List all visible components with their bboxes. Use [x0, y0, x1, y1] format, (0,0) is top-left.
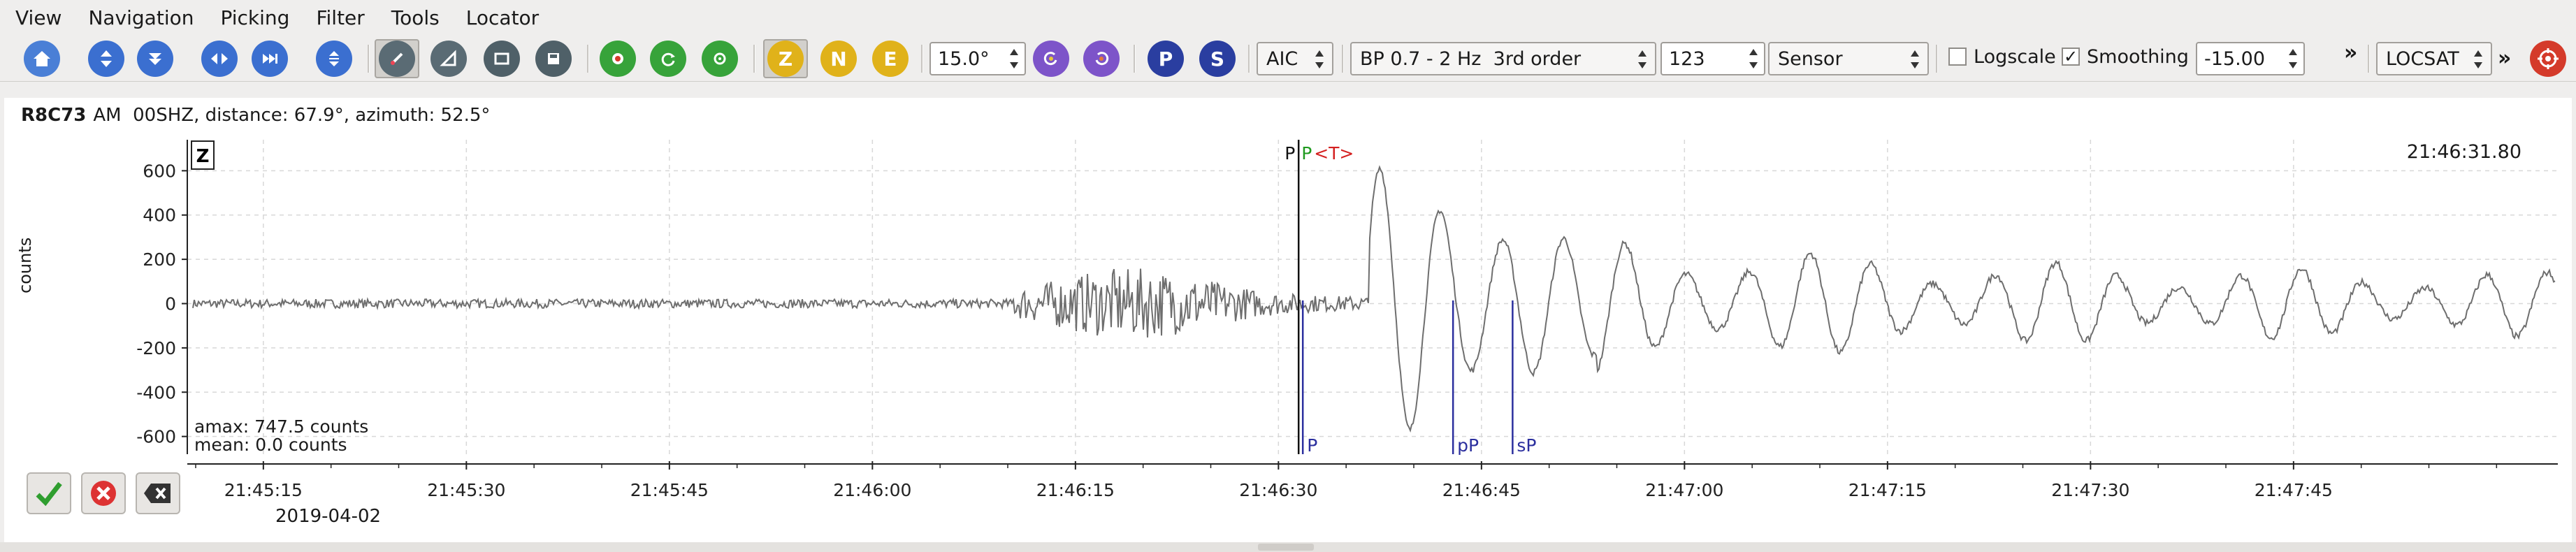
- reject-button[interactable]: [81, 472, 126, 514]
- date-label: 2019-04-02: [275, 506, 382, 527]
- amax-readout: amax: 747.5 counts: [194, 416, 369, 437]
- marker-label-t: <T>: [1314, 143, 1354, 164]
- y-tick-label: -200: [136, 338, 176, 358]
- erase-icon: [144, 484, 171, 503]
- y-tick-label: 600: [143, 161, 176, 181]
- scrollbar-thumb[interactable]: [1258, 544, 1314, 551]
- x-tick-label: 21:45:30: [427, 480, 505, 500]
- clear-button[interactable]: [136, 472, 180, 514]
- pick-markers: P P <T>P pP sP: [1285, 140, 1536, 456]
- y-tick-label: 200: [143, 249, 176, 270]
- y-tick-label: -600: [136, 427, 176, 447]
- x-tick-label: 21:46:45: [1442, 480, 1521, 500]
- marker-label-p-theoretical: P: [1285, 143, 1295, 164]
- x-tick-label: 21:46:15: [1036, 480, 1115, 500]
- y-tick-label: 0: [165, 294, 176, 314]
- x-tick-label: 21:46:00: [833, 480, 911, 500]
- x-tick-label: 21:47:45: [2255, 480, 2333, 500]
- x-tick-label: 21:45:45: [630, 480, 709, 500]
- phase-pick-label: P: [1307, 435, 1317, 456]
- x-tick-label: 21:47:30: [2051, 480, 2129, 500]
- seismogram-plot[interactable]: 6004002000-200-400-600 21:45:15 21:45:30 2…: [0, 0, 2576, 552]
- phase-pick-label: pP: [1457, 435, 1479, 456]
- component-badge: Z: [191, 140, 215, 170]
- horizontal-scrollbar[interactable]: [0, 542, 2576, 552]
- x-tick-label: 21:47:15: [1848, 480, 1927, 500]
- y-tick-label: 400: [143, 205, 176, 226]
- x-axis: 21:45:15 21:45:30 21:45:45 21:46:00 21:46:15…: [187, 461, 2558, 500]
- checkmark-icon: [36, 481, 62, 507]
- y-axis: 600 400 200 0 -200 -400 -600: [136, 140, 188, 454]
- marker-label-p-pick: P: [1301, 143, 1312, 164]
- x-tick-label: 21:45:15: [224, 480, 303, 500]
- component-badge-label: Z: [196, 146, 210, 167]
- mean-readout: mean: 0.0 counts: [194, 435, 347, 455]
- accept-button[interactable]: [27, 472, 71, 514]
- plot-grid: [187, 140, 2558, 454]
- phase-pick-label: sP: [1517, 435, 1536, 456]
- y-tick-label: -400: [136, 382, 176, 402]
- x-tick-label: 21:46:30: [1239, 480, 1317, 500]
- x-tick-label: 21:47:00: [1645, 480, 1723, 500]
- close-circle-icon: [91, 481, 116, 506]
- seismogram-trace: [192, 165, 2556, 433]
